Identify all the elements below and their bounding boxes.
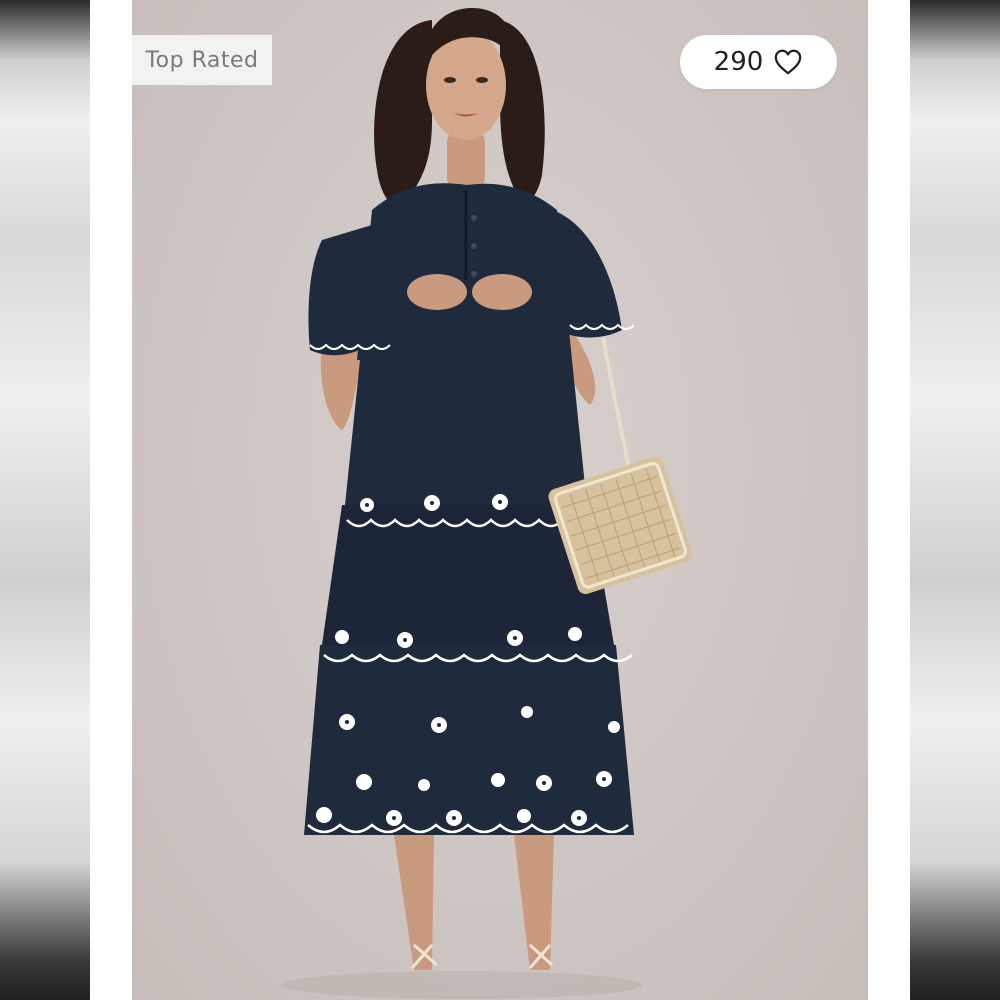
blurred-side-right: [910, 0, 1000, 1000]
photo-illustration: [282, 8, 693, 999]
listing-photo[interactable]: [132, 0, 868, 1000]
like-count: 290: [713, 47, 764, 77]
top-rated-badge: Top Rated: [132, 35, 272, 85]
heart-outline-icon: [775, 49, 802, 75]
like-button[interactable]: 290: [680, 35, 837, 89]
top-rated-badge-label: Top Rated: [145, 47, 259, 73]
blurred-side-left: [0, 0, 90, 1000]
